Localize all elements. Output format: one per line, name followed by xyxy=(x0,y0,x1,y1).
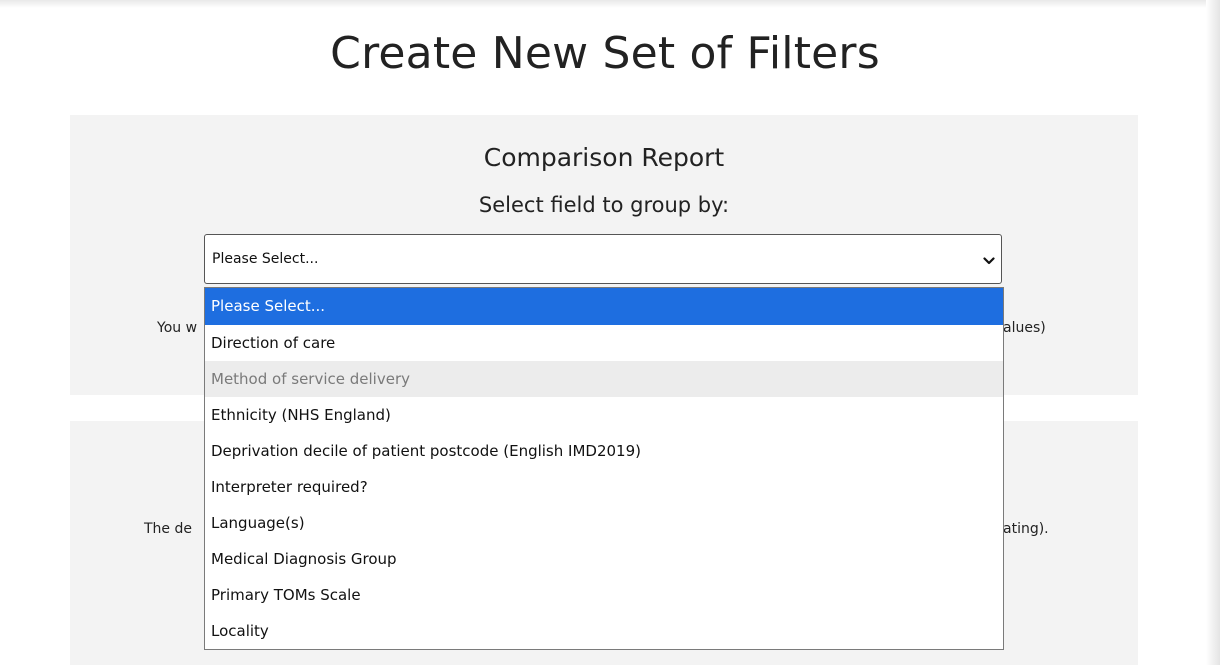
dropdown-option[interactable]: Locality xyxy=(205,613,1003,649)
second-section-hint-right: ating). xyxy=(1003,521,1049,537)
comparison-report-title: Comparison Report xyxy=(483,143,725,172)
dropdown-option[interactable]: Language(s) xyxy=(205,505,1003,541)
dropdown-option[interactable]: Interpreter required? xyxy=(205,469,1003,505)
dropdown-option[interactable]: Medical Diagnosis Group xyxy=(205,541,1003,577)
dropdown-option[interactable]: Please Select... xyxy=(205,288,1003,325)
comparison-hint-right: alues) xyxy=(1003,320,1046,336)
page-frame: Create New Set of Filters Comparison Rep… xyxy=(0,0,1220,665)
dropdown-option[interactable]: Direction of care xyxy=(205,325,1003,361)
second-section-hint-left: The de xyxy=(144,521,192,537)
dropdown-option[interactable]: Deprivation decile of patient postcode (… xyxy=(205,433,1003,469)
group-by-dropdown-list: Please Select... Direction of care Metho… xyxy=(204,287,1004,650)
page-title: Create New Set of Filters xyxy=(330,28,880,79)
comparison-hint-left: You w xyxy=(157,320,198,336)
dropdown-option-disabled: Method of service delivery xyxy=(205,361,1003,397)
group-by-select[interactable]: Please Select... xyxy=(204,234,1002,284)
chevron-down-icon xyxy=(983,257,995,265)
window-right-edge xyxy=(1206,0,1220,665)
window-top-edge xyxy=(0,0,1220,8)
dropdown-option[interactable]: Primary TOMs Scale xyxy=(205,577,1003,613)
group-by-select-value: Please Select... xyxy=(212,251,319,267)
group-by-label: Select field to group by: xyxy=(478,193,730,217)
dropdown-option[interactable]: Ethnicity (NHS England) xyxy=(205,397,1003,433)
